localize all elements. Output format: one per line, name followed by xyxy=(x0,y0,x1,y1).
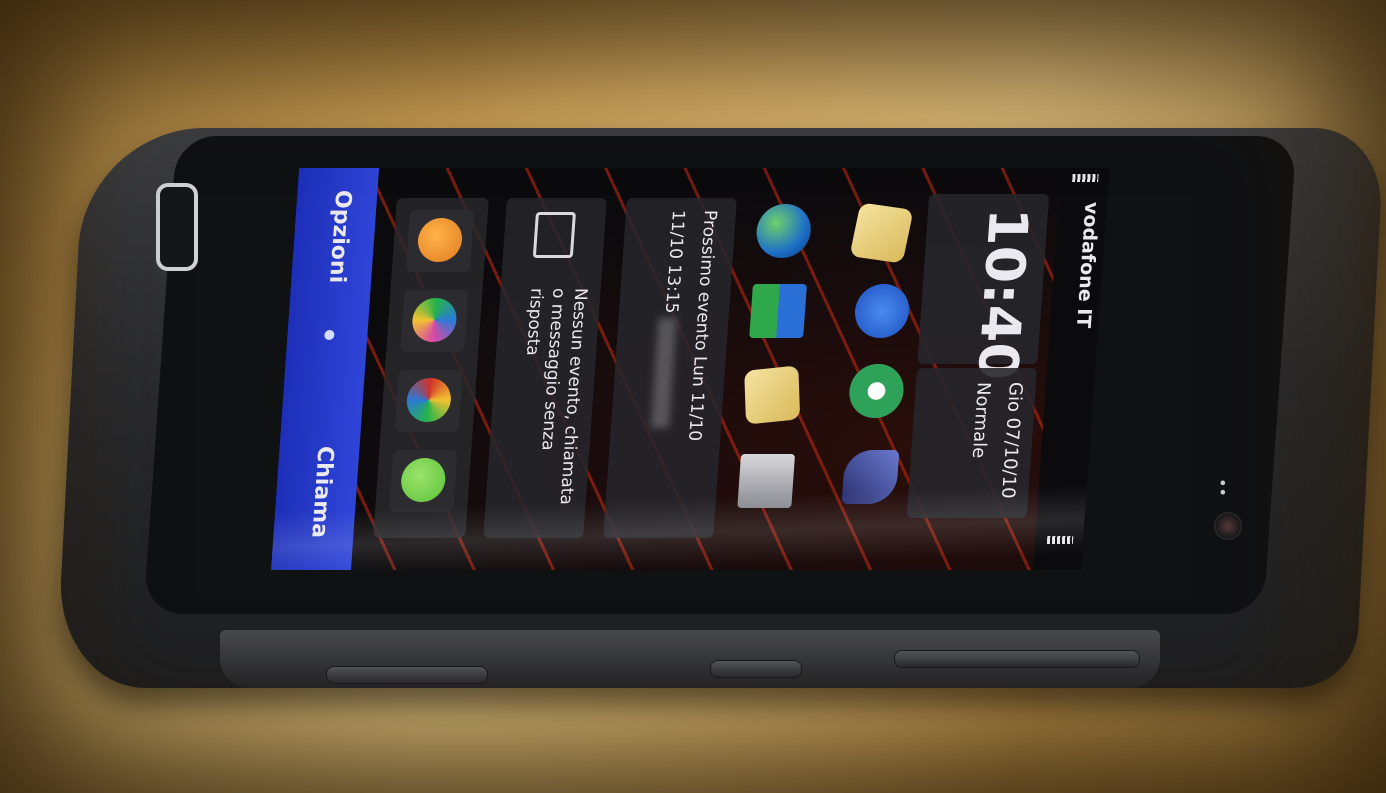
signal-strength-icon xyxy=(1072,174,1099,182)
transfer-icon[interactable] xyxy=(749,284,807,338)
contact-shortcut[interactable] xyxy=(400,290,469,352)
clock-widget[interactable]: 10:40 xyxy=(917,194,1050,380)
proximity-sensor: •• xyxy=(1212,478,1232,497)
contact-shortcut[interactable] xyxy=(394,370,463,432)
contact-avatar-icon xyxy=(416,218,464,262)
lock-switch[interactable] xyxy=(710,660,802,678)
contact-shortcut[interactable] xyxy=(389,450,458,512)
next-event-title: Prossimo evento Lun 11/10 xyxy=(683,210,721,442)
contact-shortcut[interactable] xyxy=(405,210,475,272)
date-label: Gio 07/10/10 xyxy=(996,382,1027,499)
operator-name: vodafone IT xyxy=(1071,202,1103,329)
menu-dot-icon[interactable] xyxy=(324,330,335,340)
volume-key[interactable] xyxy=(326,666,488,684)
camera-key[interactable] xyxy=(894,650,1140,668)
contact-avatar-icon xyxy=(399,458,447,502)
event-time: 11/10 13:15 xyxy=(660,210,689,314)
options-softkey[interactable]: Opzioni xyxy=(324,190,356,283)
notes-icon[interactable] xyxy=(744,365,801,425)
contact-avatar-icon xyxy=(405,378,453,422)
speech-bubble-icon xyxy=(532,212,576,258)
phone-screen: Opzioni Chiama Nessun evento, chiamata o… xyxy=(270,168,1110,570)
clock-time: 10:40 xyxy=(965,208,1041,380)
profile-label: Normale xyxy=(967,382,995,459)
blurred-event-name xyxy=(650,318,677,428)
notification-line-3: risposta xyxy=(521,288,547,356)
contact-avatar-icon xyxy=(410,298,458,342)
front-camera xyxy=(1214,512,1242,540)
earpiece-speaker xyxy=(156,183,198,271)
messaging-icon[interactable] xyxy=(849,202,914,264)
